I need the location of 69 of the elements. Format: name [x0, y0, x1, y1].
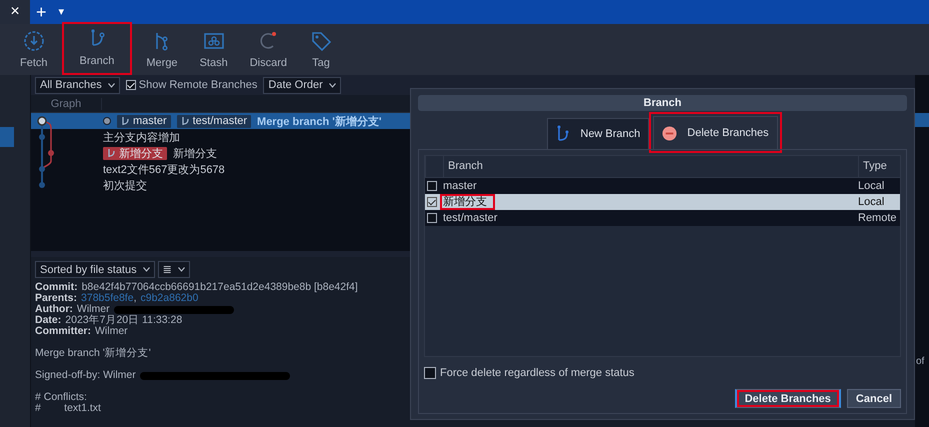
caret-icon	[108, 82, 115, 88]
caret-icon	[142, 267, 150, 272]
field-value: b8e42f4b77064ccb66691b217ea51d2e4389be8b [b8e42f4]	[82, 282, 358, 293]
branches-dropdown[interactable]: All Branches	[35, 76, 120, 94]
message-line: # text1.txt	[35, 403, 101, 414]
branch-row[interactable]: test/master Remote	[425, 210, 900, 226]
message-line: Merge branch '新增分支'	[35, 348, 151, 359]
checkbox[interactable]	[427, 213, 437, 223]
checkbox[interactable]	[424, 367, 436, 379]
branch-row[interactable]: master Local	[425, 178, 900, 194]
field-label: Author:	[35, 304, 73, 315]
remove-icon	[662, 126, 678, 140]
close-tab-button[interactable]: ×	[0, 0, 30, 24]
fetch-toolbar-button[interactable]: Fetch	[14, 30, 54, 69]
branch-name: test/master	[442, 211, 498, 226]
truncated-text: of	[916, 356, 924, 367]
branch-icon	[556, 125, 570, 143]
stash-icon	[202, 30, 225, 52]
sort-dropdown[interactable]: Sorted by file status	[35, 261, 155, 278]
checkbox[interactable]	[427, 197, 437, 207]
branch-label: 新增分支	[103, 146, 167, 160]
view-dropdown[interactable]: ≣	[158, 261, 190, 278]
branch-row[interactable]: 新增分支 Local	[425, 194, 900, 210]
field-label: Commit:	[35, 282, 78, 293]
download-icon	[22, 30, 45, 52]
field-value: Wilmer	[76, 304, 110, 315]
column-header: Branch	[443, 156, 858, 177]
field-label: Committer:	[35, 326, 92, 337]
branch-name: master	[442, 179, 478, 194]
field-value: Wilmer	[95, 326, 128, 337]
tag-toolbar-button[interactable]: Tag	[303, 30, 339, 69]
caret-icon	[328, 82, 336, 88]
checkbox[interactable]	[427, 181, 437, 191]
column-header: Type	[858, 156, 900, 177]
branch-label: test/master	[176, 114, 252, 128]
dialog-button[interactable]: Cancel	[846, 389, 901, 408]
new-tab-button[interactable]: +	[30, 2, 53, 22]
order-dropdown[interactable]: Date Order	[263, 76, 341, 94]
branch-icon	[121, 116, 130, 126]
dialog-tab[interactable]: New Branch	[547, 118, 650, 149]
message-line: # Conflicts:	[35, 392, 87, 403]
branch-toolbar-button[interactable]: Branch	[64, 24, 130, 73]
dialog-button[interactable]: Delete Branches	[734, 389, 841, 408]
message-line: Signed-off-by: Wilmer	[35, 370, 136, 381]
branch-type: Remote	[858, 212, 898, 224]
field-value: 2023年7月20日 11:33:28	[65, 315, 182, 326]
field-label: Date:	[35, 315, 62, 326]
column-header: Graph	[31, 98, 102, 110]
stash-toolbar-button[interactable]: Stash	[194, 30, 234, 69]
branch-type: Local	[858, 196, 886, 208]
branch-label: master	[117, 114, 171, 128]
branch-icon	[107, 148, 116, 158]
checkbox-label: Show Remote Branches	[138, 79, 258, 91]
caret-icon	[178, 267, 185, 272]
dialog-title: Branch	[418, 95, 907, 111]
field-label: Parents:	[35, 293, 78, 304]
selection-highlight	[915, 113, 929, 127]
tab-menu-button[interactable]: ▾	[52, 2, 71, 22]
checkbox-label: Force delete regardless of merge status	[440, 367, 634, 379]
merge-toolbar-button[interactable]: Merge	[140, 30, 184, 69]
commit-message: 新增分支	[173, 146, 217, 160]
branch-type: Local	[858, 180, 886, 192]
branch-icon	[180, 116, 190, 126]
discard-toolbar-button[interactable]: Discard	[244, 30, 293, 69]
checkbox[interactable]	[126, 80, 136, 90]
branch-name: 新增分支	[440, 194, 495, 210]
commit-message: Merge branch '新增分支'	[257, 114, 382, 128]
tag-icon	[310, 30, 332, 52]
separator: ,	[134, 293, 136, 304]
